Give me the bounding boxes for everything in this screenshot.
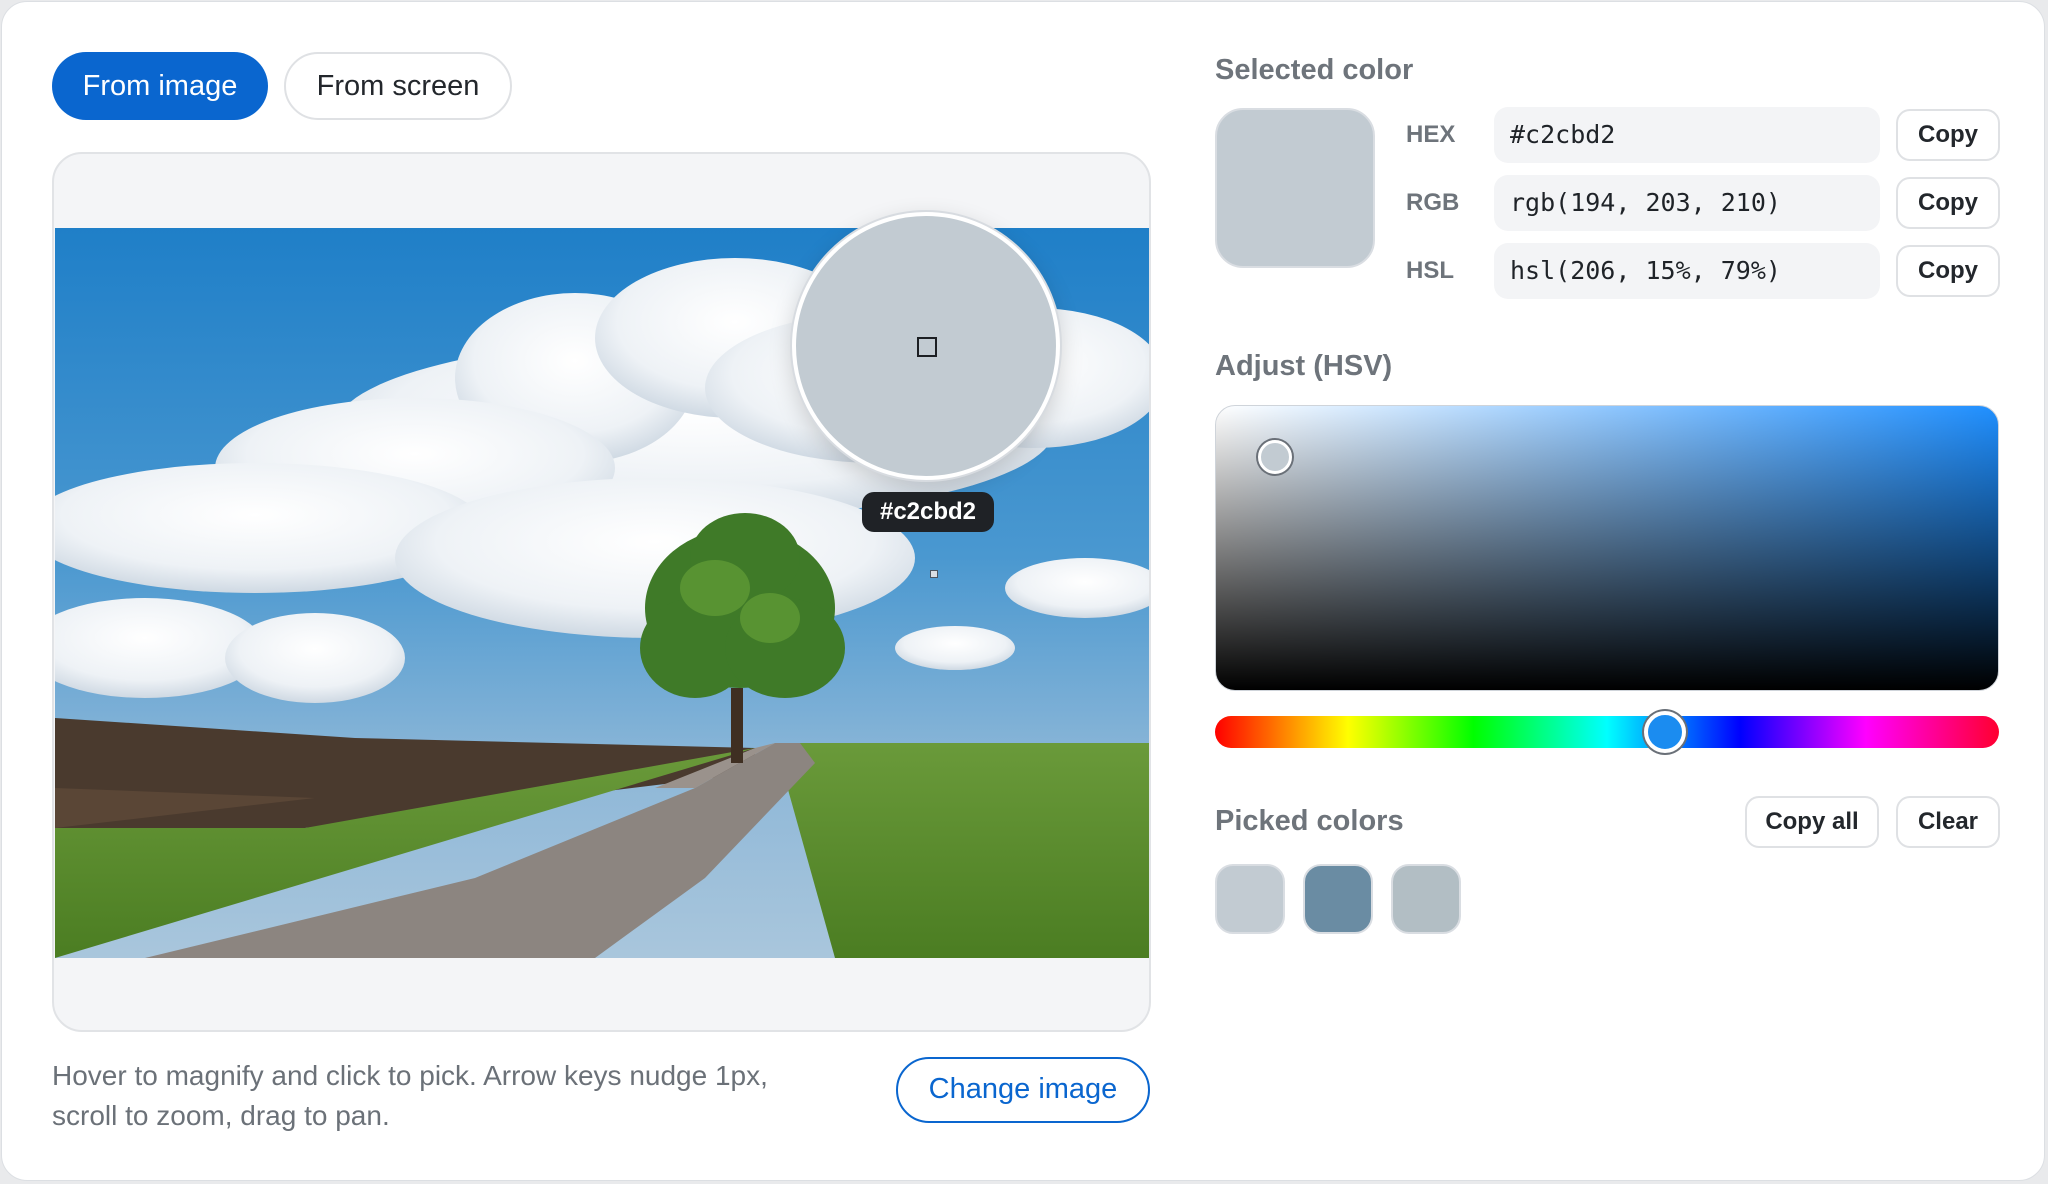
picked-colors-title: Picked colors	[1215, 805, 1404, 837]
usage-hint-line-2: scroll to zoom, drag to pan.	[52, 1100, 390, 1131]
selected-color-title: Selected color	[1215, 54, 1414, 86]
change-image-button[interactable]: Change image	[896, 1057, 1150, 1123]
hue-slider[interactable]	[1215, 716, 1999, 748]
hex-field[interactable]: #c2cbd2	[1494, 107, 1880, 163]
hsl-field[interactable]: hsl(206, 15%, 79%)	[1494, 243, 1880, 299]
hex-label: HEX	[1406, 121, 1456, 148]
image-canvas[interactable]: #c2cbd2	[52, 152, 1151, 1032]
copy-all-button[interactable]: Copy all	[1745, 796, 1879, 848]
selected-color-swatch	[1215, 108, 1375, 268]
pick-point-marker	[930, 570, 938, 578]
picked-color-chip[interactable]	[1215, 864, 1285, 934]
magnifier-crosshair	[917, 337, 937, 357]
from-screen-tab[interactable]: From screen	[284, 52, 512, 120]
usage-hint-line-1: Hover to magnify and click to pick. Arro…	[52, 1060, 768, 1091]
hue-slider-handle[interactable]	[1644, 711, 1686, 753]
from-image-tab[interactable]: From image	[52, 52, 268, 120]
rgb-label: RGB	[1406, 189, 1460, 216]
usage-hint: Hover to magnify and click to pick. Arro…	[52, 1056, 852, 1136]
magnifier-lens	[792, 212, 1060, 480]
adjust-title: Adjust (HSV)	[1215, 350, 1393, 382]
picked-color-chip[interactable]	[1303, 864, 1373, 934]
saturation-value-handle[interactable]	[1258, 440, 1292, 474]
rgb-field[interactable]: rgb(194, 203, 210)	[1494, 175, 1880, 231]
hsl-label: HSL	[1406, 257, 1454, 284]
clear-button[interactable]: Clear	[1896, 796, 2000, 848]
saturation-value-pane[interactable]	[1215, 405, 1999, 691]
magnifier-hex-label: #c2cbd2	[862, 492, 994, 532]
copy-hsl-button[interactable]: Copy	[1896, 245, 2000, 297]
picked-color-chip[interactable]	[1391, 864, 1461, 934]
copy-hex-button[interactable]: Copy	[1896, 109, 2000, 161]
color-picker-card: From image From screen #c2cbd2 Hover to …	[1, 1, 2045, 1181]
copy-rgb-button[interactable]: Copy	[1896, 177, 2000, 229]
